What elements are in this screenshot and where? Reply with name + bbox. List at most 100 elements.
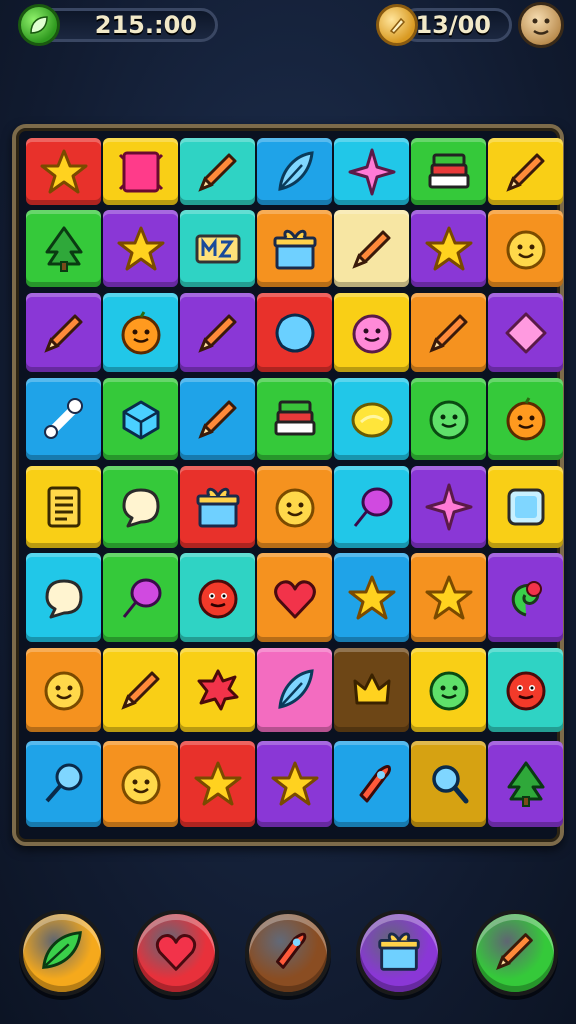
board-tile[interactable] (488, 138, 563, 205)
rocket-icon (345, 757, 399, 811)
board-tile[interactable] (103, 741, 178, 827)
board-tile[interactable] (488, 210, 563, 287)
gift-box-icon (191, 480, 245, 534)
pencil-icon (345, 222, 399, 276)
board-tile[interactable] (103, 210, 178, 287)
board-tile[interactable] (26, 210, 101, 287)
board-tile[interactable] (411, 293, 486, 372)
player-avatar-icon[interactable] (518, 2, 564, 48)
game-board (12, 124, 564, 846)
rocket-booster-button[interactable] (245, 910, 331, 996)
board-tile[interactable] (257, 293, 332, 372)
board-tile[interactable] (103, 378, 178, 460)
board-tile[interactable] (26, 293, 101, 372)
smiley-face-icon (114, 757, 168, 811)
balloon-icon (114, 571, 168, 625)
board-tile[interactable] (26, 378, 101, 460)
green-face-icon (422, 392, 476, 446)
board-tile[interactable] (257, 466, 332, 548)
board-tile[interactable] (103, 466, 178, 548)
tree-icon (499, 757, 553, 811)
speech-bubble-icon (37, 571, 91, 625)
sparkle-star-icon (345, 145, 399, 199)
text-block-icon (191, 222, 245, 276)
books-icon (268, 392, 322, 446)
smiley-face-icon (37, 663, 91, 717)
board-tile[interactable] (257, 138, 332, 205)
diamond-icon (499, 306, 553, 360)
board-tile[interactable] (411, 378, 486, 460)
board-tile[interactable] (26, 466, 101, 548)
board-tile[interactable] (257, 741, 332, 827)
board-tile[interactable] (180, 293, 255, 372)
board-tile[interactable] (411, 138, 486, 205)
board-tile[interactable] (411, 466, 486, 548)
board-tile[interactable] (334, 741, 409, 827)
board-tile[interactable] (488, 553, 563, 642)
board-tile[interactable] (334, 553, 409, 642)
lollipop-icon (37, 757, 91, 811)
pencil-icon (422, 306, 476, 360)
gift-booster-button[interactable] (356, 910, 442, 996)
board-tile[interactable] (334, 466, 409, 548)
pencil-icon (489, 925, 541, 981)
heart-icon (150, 925, 202, 981)
board-tile[interactable] (411, 553, 486, 642)
board-tile[interactable] (26, 741, 101, 827)
board-tile[interactable] (180, 138, 255, 205)
board-tile[interactable] (180, 741, 255, 827)
board-tile[interactable] (334, 648, 409, 732)
board-tile[interactable] (103, 553, 178, 642)
board-tile[interactable] (103, 138, 178, 205)
pencil-icon (499, 145, 553, 199)
board-tile[interactable] (488, 648, 563, 732)
heart-booster-button[interactable] (133, 910, 219, 996)
gift-box-icon (268, 222, 322, 276)
leaf-booster-button[interactable] (19, 910, 105, 996)
board-tile[interactable] (180, 553, 255, 642)
board-tile[interactable] (411, 210, 486, 287)
board-tile[interactable] (180, 466, 255, 548)
board-tile[interactable] (180, 648, 255, 732)
star-icon (268, 757, 322, 811)
lemon-icon (345, 392, 399, 446)
board-tile[interactable] (180, 210, 255, 287)
ribbon-icon (114, 145, 168, 199)
board-tile[interactable] (334, 293, 409, 372)
board-tile[interactable] (334, 378, 409, 460)
board-tile[interactable] (488, 466, 563, 548)
board-tile[interactable] (180, 378, 255, 460)
mirror-icon (499, 480, 553, 534)
board-tile[interactable] (257, 553, 332, 642)
speech-bubble-icon (114, 480, 168, 534)
board-tile[interactable] (103, 293, 178, 372)
coin-value: 13/00 (415, 11, 491, 39)
books-icon (422, 145, 476, 199)
board-tile[interactable] (26, 553, 101, 642)
notepad-icon (37, 480, 91, 534)
board-tile[interactable] (488, 741, 563, 827)
board-tile[interactable] (26, 138, 101, 205)
magnifier-icon (422, 757, 476, 811)
board-tile[interactable] (257, 648, 332, 732)
board-tile[interactable] (26, 648, 101, 732)
board-tile[interactable] (334, 138, 409, 205)
board-tile[interactable] (257, 210, 332, 287)
orange-face-icon (114, 306, 168, 360)
board-tile[interactable] (103, 648, 178, 732)
pink-face-icon (345, 306, 399, 360)
gold-coin-icon (376, 4, 418, 46)
gift-box-icon (373, 925, 425, 981)
board-tile[interactable] (411, 648, 486, 732)
pencil-booster-button[interactable] (472, 910, 558, 996)
red-face-icon (191, 571, 245, 625)
board-tile[interactable] (334, 210, 409, 287)
board-tile[interactable] (488, 293, 563, 372)
pencil-icon (191, 145, 245, 199)
board-tile[interactable] (411, 741, 486, 827)
pencil-icon (191, 392, 245, 446)
board-tile[interactable] (257, 378, 332, 460)
gem-cube-icon (114, 392, 168, 446)
smiley-face-icon (499, 222, 553, 276)
board-tile[interactable] (488, 378, 563, 460)
